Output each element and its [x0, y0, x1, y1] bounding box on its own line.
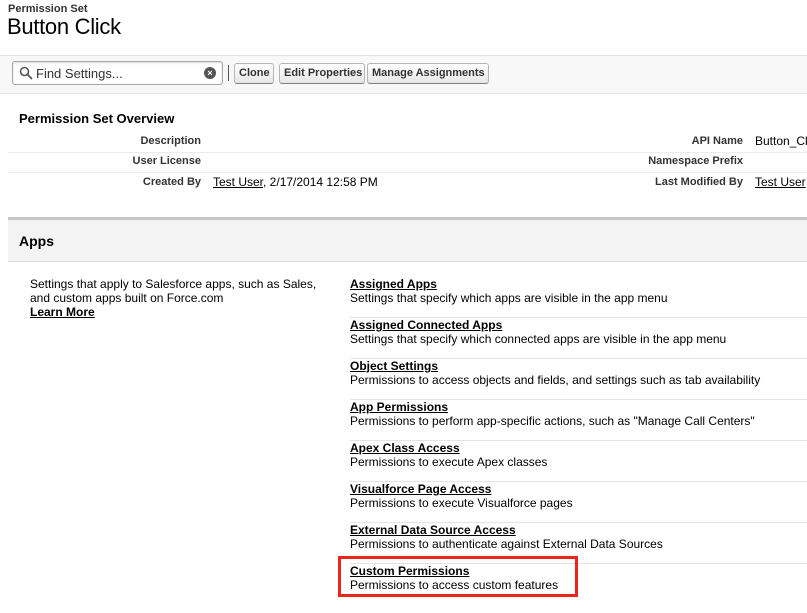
apps-section-header: Apps — [8, 220, 807, 262]
overview-heading: Permission Set Overview — [19, 111, 175, 126]
toolbar: × Clone Edit Properties Manage Assignmen… — [0, 56, 807, 94]
assigned-apps-desc: Settings that specify which apps are vis… — [350, 291, 668, 305]
app-setting-assigned-connected-apps: Assigned Connected Apps Settings that sp… — [350, 318, 807, 359]
page-header: Permission Set Button Click — [0, 0, 807, 56]
visualforce-page-access-desc: Permissions to execute Visualforce pages — [350, 496, 573, 510]
learn-more-link[interactable]: Learn More — [30, 305, 330, 319]
last-modified-by-label: Last Modified By — [654, 176, 743, 188]
app-permissions-link[interactable]: App Permissions — [350, 400, 448, 414]
last-modified-by-value: Test User — [755, 175, 806, 189]
apps-description-text: Settings that apply to Salesforce apps, … — [30, 277, 317, 305]
assigned-apps-link[interactable]: Assigned Apps — [350, 277, 437, 291]
last-modified-user-link[interactable]: Test User — [755, 175, 806, 189]
object-settings-desc: Permissions to access objects and fields… — [350, 373, 761, 387]
find-settings-search[interactable]: × — [12, 61, 223, 85]
apps-description: Settings that apply to Salesforce apps, … — [30, 277, 330, 319]
object-settings-link[interactable]: Object Settings — [350, 359, 438, 373]
overview-row-license: User License Namespace Prefix — [8, 153, 807, 173]
clone-button[interactable]: Clone — [234, 63, 274, 84]
page-title: Button Click — [7, 14, 121, 39]
external-data-source-access-desc: Permissions to authenticate against Exte… — [350, 537, 663, 551]
apex-class-access-link[interactable]: Apex Class Access — [350, 441, 460, 455]
custom-permissions-highlight-box — [338, 556, 578, 597]
assigned-connected-apps-link[interactable]: Assigned Connected Apps — [350, 318, 502, 332]
description-label: Description — [140, 135, 201, 147]
search-input[interactable] — [36, 64, 201, 82]
app-setting-apex-class-access: Apex Class Access Permissions to execute… — [350, 441, 807, 482]
manage-assignments-button[interactable]: Manage Assignments — [367, 63, 489, 84]
api-name-value: Button_Cl — [755, 134, 807, 148]
namespace-prefix-label: Namespace Prefix — [648, 155, 743, 167]
created-by-value: Test User, 2/17/2014 12:58 PM — [213, 175, 378, 189]
overview-row-created: Created By Test User, 2/17/2014 12:58 PM… — [8, 173, 807, 193]
assigned-connected-apps-desc: Settings that specify which connected ap… — [350, 332, 727, 346]
apex-class-access-desc: Permissions to execute Apex classes — [350, 455, 548, 469]
created-by-user-link[interactable]: Test User — [213, 175, 263, 189]
apps-section-title: Apps — [19, 233, 54, 249]
edit-properties-button[interactable]: Edit Properties — [279, 63, 365, 84]
api-name-label: API Name — [691, 135, 743, 147]
clear-search-icon[interactable]: × — [204, 67, 216, 79]
app-setting-assigned-apps: Assigned Apps Settings that specify whic… — [350, 277, 807, 318]
visualforce-page-access-link[interactable]: Visualforce Page Access — [350, 482, 491, 496]
app-setting-visualforce-page-access: Visualforce Page Access Permissions to e… — [350, 482, 807, 523]
overview-row-description: Description API Name Button_Cl — [8, 133, 807, 153]
apps-section: Apps Settings that apply to Salesforce a… — [8, 217, 807, 613]
created-by-label: Created By — [142, 176, 201, 188]
app-setting-object-settings: Object Settings Permissions to access ob… — [350, 359, 807, 400]
search-icon — [19, 66, 33, 80]
user-license-label: User License — [132, 155, 201, 167]
toolbar-separator — [228, 65, 229, 81]
app-permissions-desc: Permissions to perform app-specific acti… — [350, 414, 755, 428]
created-date: , 2/17/2014 12:58 PM — [263, 175, 378, 189]
external-data-source-access-link[interactable]: External Data Source Access — [350, 523, 516, 537]
app-setting-app-permissions: App Permissions Permissions to perform a… — [350, 400, 807, 441]
